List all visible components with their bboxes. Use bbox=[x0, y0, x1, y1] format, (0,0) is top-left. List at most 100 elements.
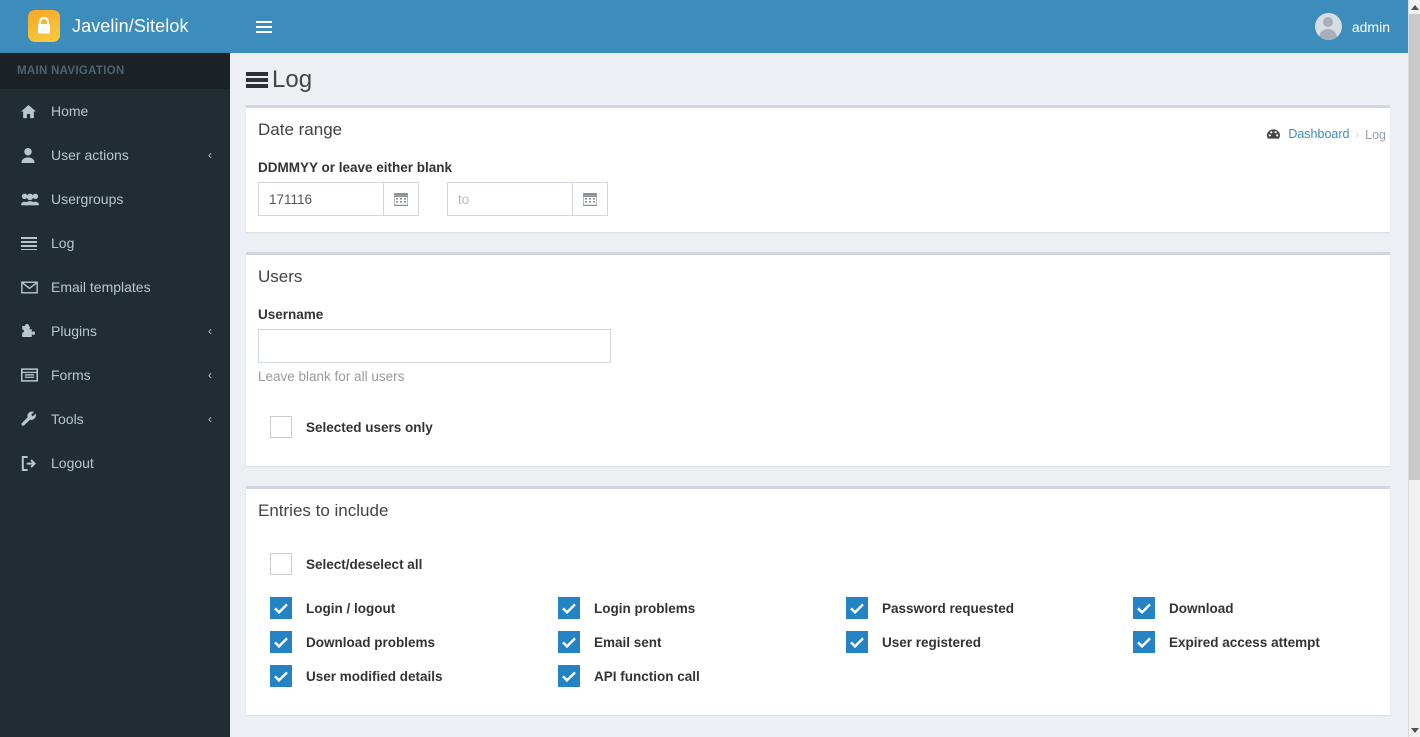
sidebar-item-label: Email templates bbox=[51, 279, 151, 295]
sidebar-item-logout[interactable]: Logout bbox=[0, 441, 230, 485]
entries-body: Select/deselect all Login / logout Login… bbox=[246, 527, 1390, 715]
users-icon bbox=[21, 192, 43, 206]
entry-option-label: Download bbox=[1169, 600, 1234, 616]
selected-users-only-row[interactable]: Selected users only bbox=[270, 416, 1378, 438]
wrench-icon bbox=[21, 411, 43, 427]
users-body: Username Leave blank for all users Selec… bbox=[246, 293, 1390, 466]
sidebar-toggle-button[interactable] bbox=[244, 0, 284, 53]
dashboard-icon bbox=[1266, 129, 1280, 143]
entry-option-label: Login / logout bbox=[306, 600, 396, 616]
entry-option-checkbox[interactable] bbox=[1133, 597, 1155, 619]
date-range-title: Date range bbox=[258, 120, 343, 139]
entry-option-label: Login problems bbox=[594, 600, 696, 616]
user-avatar-icon bbox=[1314, 13, 1342, 40]
scrollbar-thumb[interactable] bbox=[1409, 14, 1420, 480]
top-navbar: admin bbox=[230, 0, 1408, 53]
user-icon bbox=[21, 147, 43, 163]
sidebar-item-label: Log bbox=[51, 235, 75, 251]
calendar-icon bbox=[583, 193, 597, 206]
username-input[interactable] bbox=[258, 329, 611, 363]
entry-option-row[interactable]: User modified details bbox=[270, 665, 546, 687]
date-to-input[interactable] bbox=[447, 182, 572, 216]
sidebar-item-label: Forms bbox=[51, 367, 91, 383]
entry-option-checkbox[interactable] bbox=[846, 631, 868, 653]
entry-option-label: User modified details bbox=[306, 668, 443, 684]
entry-option-checkbox[interactable] bbox=[558, 597, 580, 619]
page-title-text: Log bbox=[272, 66, 313, 93]
window-icon bbox=[21, 368, 43, 382]
users-title: Users bbox=[258, 267, 303, 286]
entry-option-checkbox[interactable] bbox=[270, 597, 292, 619]
entry-option-row[interactable]: Login / logout bbox=[270, 597, 546, 619]
brand-logo[interactable]: Javelin/Sitelok bbox=[0, 0, 230, 53]
sidebar-item-tools[interactable]: Tools ‹ bbox=[0, 397, 230, 441]
breadcrumb-separator: › bbox=[1355, 129, 1360, 141]
chevron-left-icon: ‹ bbox=[208, 412, 212, 426]
sidebar-item-email-templates[interactable]: Email templates bbox=[0, 265, 230, 309]
entry-option-checkbox[interactable] bbox=[558, 631, 580, 653]
date-to-calendar-button[interactable] bbox=[572, 182, 608, 216]
entry-option-label: Expired access attempt bbox=[1169, 634, 1320, 650]
content-area: Log Dashboard › Log Date range DDMMYY or… bbox=[230, 53, 1408, 737]
select-all-checkbox[interactable] bbox=[270, 553, 292, 575]
date-range-label: DDMMYY or leave either blank bbox=[258, 160, 453, 175]
app-root: Javelin/Sitelok MAIN NAVIGATION Home Use… bbox=[0, 0, 1420, 737]
entry-option-row[interactable]: Download bbox=[1133, 597, 1408, 619]
date-range-body: DDMMYY or leave either blank bbox=[246, 146, 1390, 232]
sidebar-item-user-actions[interactable]: User actions ‹ bbox=[0, 133, 230, 177]
sidebar-item-home[interactable]: Home bbox=[0, 89, 230, 133]
sidebar-item-label: Logout bbox=[51, 455, 94, 471]
hamburger-icon bbox=[256, 25, 272, 28]
entry-option-checkbox[interactable] bbox=[270, 631, 292, 653]
entry-option-row[interactable]: User registered bbox=[846, 631, 1121, 653]
entry-option-row[interactable]: Download problems bbox=[270, 631, 546, 653]
date-range-panel: Date range DDMMYY or leave either blank bbox=[246, 105, 1390, 232]
entry-option-row[interactable]: Email sent bbox=[558, 631, 834, 653]
chevron-down-icon bbox=[1411, 727, 1419, 733]
date-from-calendar-button[interactable] bbox=[383, 182, 419, 216]
scrollbar-down-button[interactable] bbox=[1409, 723, 1420, 737]
sidebar-item-label: Plugins bbox=[51, 323, 97, 339]
entry-option-row[interactable]: Expired access attempt bbox=[1133, 631, 1408, 653]
users-header: Users bbox=[246, 255, 1390, 293]
sidebar-item-forms[interactable]: Forms ‹ bbox=[0, 353, 230, 397]
entry-option-label: API function call bbox=[594, 668, 700, 684]
entry-option-row[interactable]: Password requested bbox=[846, 597, 1121, 619]
page-scrollbar[interactable] bbox=[1408, 0, 1420, 737]
date-range-header: Date range bbox=[246, 108, 1390, 146]
entry-option-checkbox[interactable] bbox=[846, 597, 868, 619]
user-menu[interactable]: admin bbox=[1314, 0, 1390, 53]
entry-option-row[interactable]: Login problems bbox=[558, 597, 834, 619]
sidebar-item-label: User actions bbox=[51, 147, 129, 163]
content-header: Log bbox=[230, 53, 1408, 105]
breadcrumb-dashboard-link[interactable]: Dashboard bbox=[1266, 127, 1350, 143]
entry-option-label: User registered bbox=[882, 634, 982, 650]
entry-option-checkbox[interactable] bbox=[270, 665, 292, 687]
calendar-icon bbox=[394, 193, 408, 206]
select-all-label: Select/deselect all bbox=[306, 556, 423, 572]
sidebar-item-label: Usergroups bbox=[51, 191, 124, 207]
entry-option-row[interactable]: API function call bbox=[558, 665, 834, 687]
chevron-up-icon bbox=[1411, 4, 1419, 10]
entry-option-checkbox[interactable] bbox=[558, 665, 580, 687]
list-icon bbox=[21, 236, 43, 250]
chevron-left-icon: ‹ bbox=[208, 148, 212, 162]
panels-container: Date range DDMMYY or leave either blank bbox=[230, 105, 1408, 715]
chevron-left-icon: ‹ bbox=[208, 324, 212, 338]
date-range-row bbox=[258, 182, 1378, 216]
sidebar-item-usergroups[interactable]: Usergroups bbox=[0, 177, 230, 221]
entry-option-checkbox[interactable] bbox=[1133, 631, 1155, 653]
breadcrumb-dashboard-label: Dashboard bbox=[1288, 127, 1350, 141]
users-panel: Users Username Leave blank for all users… bbox=[246, 252, 1390, 466]
sidebar-item-log[interactable]: Log bbox=[0, 221, 230, 265]
date-from-input[interactable] bbox=[258, 182, 383, 216]
selected-users-only-label: Selected users only bbox=[306, 419, 433, 435]
entry-option-label: Password requested bbox=[882, 600, 1015, 616]
sidebar-section-header: MAIN NAVIGATION bbox=[0, 53, 230, 89]
select-all-row[interactable]: Select/deselect all bbox=[270, 553, 1378, 575]
selected-users-only-checkbox[interactable] bbox=[270, 416, 292, 438]
sidebar-item-plugins[interactable]: Plugins ‹ bbox=[0, 309, 230, 353]
scrollbar-up-button[interactable] bbox=[1409, 0, 1420, 14]
brand-name: Javelin/Sitelok bbox=[72, 15, 189, 36]
date-from-group bbox=[258, 182, 419, 216]
